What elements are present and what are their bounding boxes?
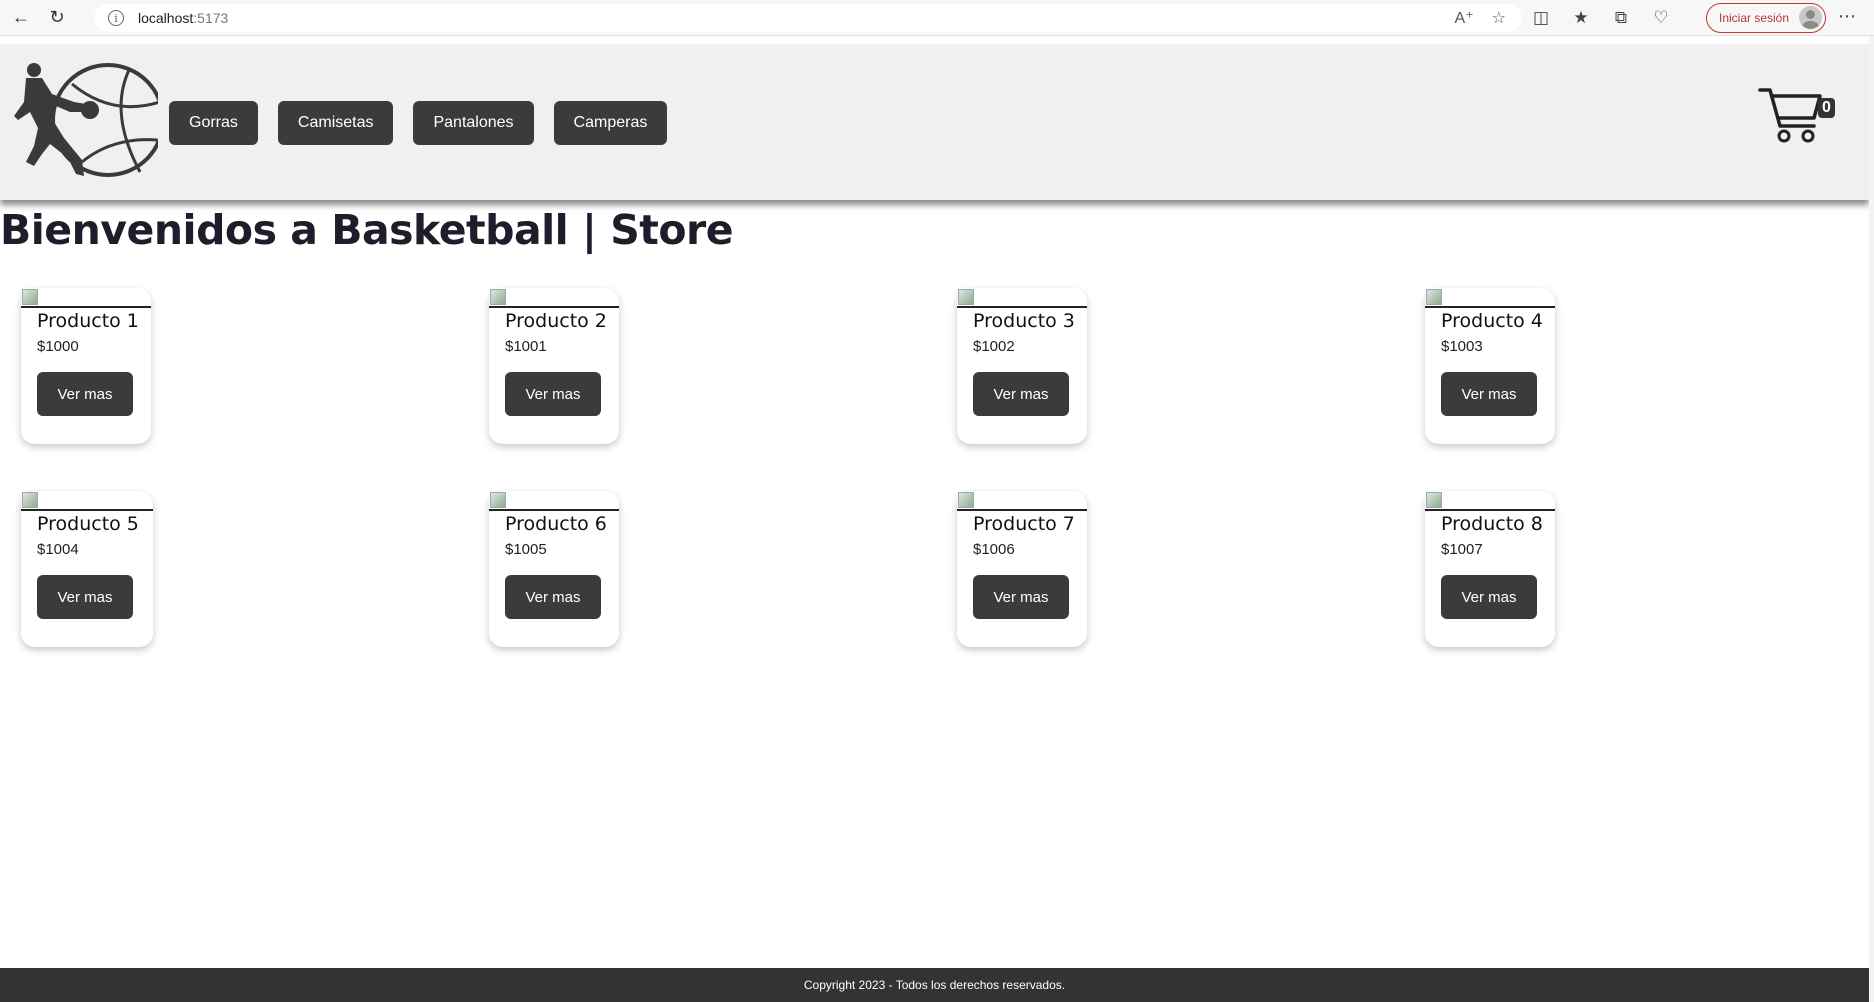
url-host: localhost xyxy=(138,10,194,26)
product-price: $1004 xyxy=(37,541,79,558)
product-image xyxy=(1425,288,1555,308)
ver-mas-button[interactable]: Ver mas xyxy=(37,372,133,416)
product-price: $1006 xyxy=(973,541,1015,558)
product-name: Producto 7 xyxy=(973,513,1075,535)
browser-toolbar: ← ↻ i localhost:5173 A⁺ ☆ ◫ ★ ⧉ ♡ Inicia… xyxy=(0,0,1874,36)
product-name: Producto 2 xyxy=(505,310,607,332)
copyright-text: Copyright 2023 - Todos los derechos rese… xyxy=(803,978,1066,992)
signin-button[interactable]: Iniciar sesión xyxy=(1706,3,1826,33)
nav-pantalones-button[interactable]: Pantalones xyxy=(413,101,534,145)
ver-mas-button[interactable]: Ver mas xyxy=(973,372,1069,416)
product-card: Producto 8 $1007 Ver mas xyxy=(1425,491,1555,647)
product-image xyxy=(21,288,151,308)
product-image xyxy=(1425,491,1555,511)
ver-mas-button[interactable]: Ver mas xyxy=(1441,372,1537,416)
page-scrollbar[interactable] xyxy=(1869,36,1874,1002)
product-price: $1005 xyxy=(505,541,547,558)
signin-label: Iniciar sesión xyxy=(1719,11,1790,25)
basketball-player-logo-icon[interactable] xyxy=(12,62,158,178)
nav-camisetas-button[interactable]: Camisetas xyxy=(277,101,394,145)
product-price: $1000 xyxy=(37,338,79,355)
product-card: Producto 5 $1004 Ver mas xyxy=(21,491,153,647)
nav-gorras-button[interactable]: Gorras xyxy=(169,101,258,145)
product-price: $1003 xyxy=(1441,338,1483,355)
product-price: $1001 xyxy=(505,338,547,355)
product-card: Producto 7 $1006 Ver mas xyxy=(957,491,1087,647)
more-menu-icon[interactable]: ⋯ xyxy=(1838,6,1857,27)
read-aloud-icon[interactable]: A⁺ xyxy=(1455,8,1474,28)
collections-icon[interactable]: ⧉ xyxy=(1610,8,1632,28)
ver-mas-button[interactable]: Ver mas xyxy=(1441,575,1537,619)
product-name: Producto 6 xyxy=(505,513,607,535)
ver-mas-button[interactable]: Ver mas xyxy=(505,575,601,619)
product-image xyxy=(21,491,153,511)
product-image xyxy=(489,288,619,308)
cart-count-badge: 0 xyxy=(1818,98,1835,118)
address-bar[interactable]: i localhost:5173 A⁺ ☆ xyxy=(94,4,1522,32)
product-image xyxy=(489,491,619,511)
profile-avatar-icon xyxy=(1799,6,1822,29)
favorite-star-icon[interactable]: ☆ xyxy=(1492,8,1506,28)
ver-mas-button[interactable]: Ver mas xyxy=(973,575,1069,619)
product-name: Producto 8 xyxy=(1441,513,1543,535)
reload-icon[interactable]: ↻ xyxy=(42,3,72,33)
product-card: Producto 3 $1002 Ver mas xyxy=(957,288,1087,444)
ver-mas-button[interactable]: Ver mas xyxy=(505,372,601,416)
product-image xyxy=(957,491,1087,511)
product-image xyxy=(957,288,1087,308)
product-price: $1007 xyxy=(1441,541,1483,558)
site-info-icon[interactable]: i xyxy=(108,10,124,26)
ver-mas-button[interactable]: Ver mas xyxy=(37,575,133,619)
product-card: Producto 6 $1005 Ver mas xyxy=(489,491,619,647)
product-name: Producto 1 xyxy=(37,310,139,332)
nav-camperas-button[interactable]: Camperas xyxy=(553,101,668,145)
page-title: Bienvenidos a Basketball | Store xyxy=(0,206,734,254)
site-footer: Copyright 2023 - Todos los derechos rese… xyxy=(0,968,1869,1002)
product-card: Producto 1 $1000 Ver mas xyxy=(21,288,151,444)
product-card: Producto 2 $1001 Ver mas xyxy=(489,288,619,444)
url-port: :5173 xyxy=(193,10,229,26)
browser-essentials-icon[interactable]: ♡ xyxy=(1650,8,1672,28)
product-name: Producto 3 xyxy=(973,310,1075,332)
site-header: Gorras Camisetas Pantalones Camperas 0 xyxy=(0,44,1869,200)
split-screen-icon[interactable]: ◫ xyxy=(1530,8,1552,28)
product-name: Producto 5 xyxy=(37,513,139,535)
product-card: Producto 4 $1003 Ver mas xyxy=(1425,288,1555,444)
product-price: $1002 xyxy=(973,338,1015,355)
category-nav: Gorras Camisetas Pantalones Camperas xyxy=(169,101,668,145)
product-name: Producto 4 xyxy=(1441,310,1543,332)
favorites-icon[interactable]: ★ xyxy=(1570,8,1592,28)
back-icon[interactable]: ← xyxy=(6,3,36,33)
